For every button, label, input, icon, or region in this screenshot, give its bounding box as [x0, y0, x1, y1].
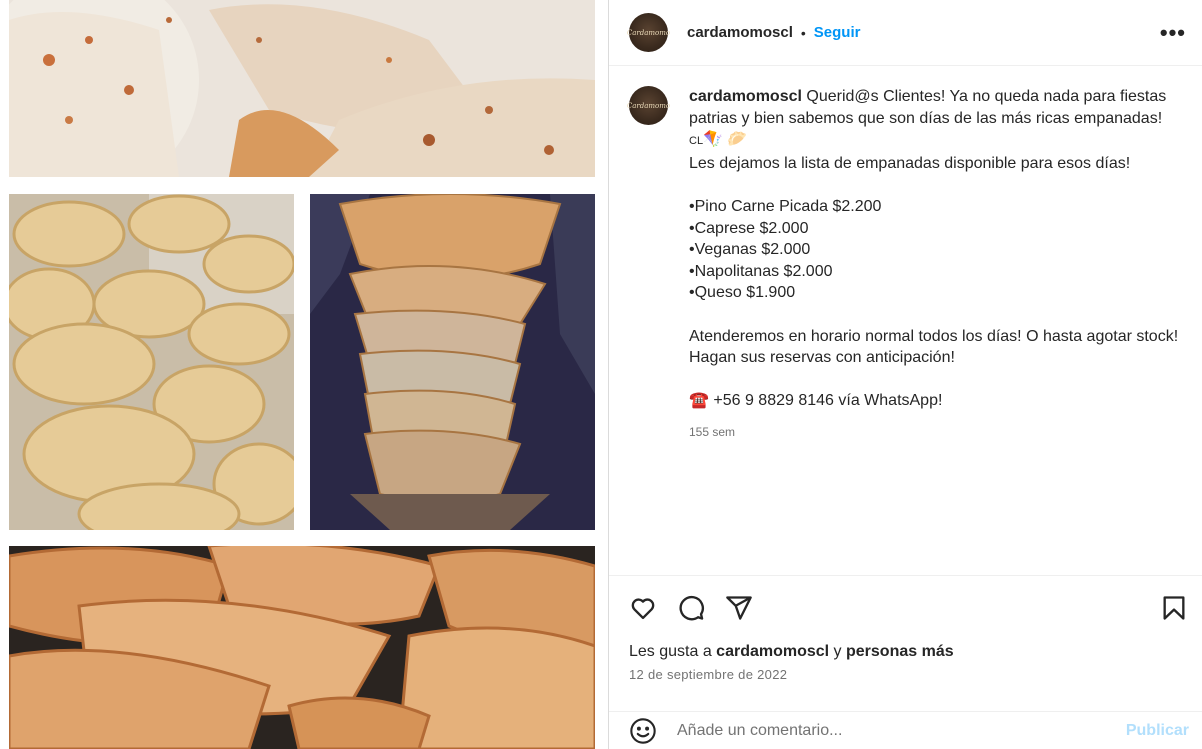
- empanadas-photo-baked: [9, 546, 595, 749]
- likes-connector: y: [829, 643, 846, 660]
- bookmark-icon[interactable]: [1160, 594, 1188, 622]
- kite-empanada-emojis: 🪁 🥟: [703, 131, 748, 149]
- post-date[interactable]: 12 de septiembre de 2022: [629, 667, 787, 682]
- publish-button[interactable]: Publicar: [1126, 722, 1189, 740]
- caption-username[interactable]: cardamomoscl: [689, 88, 802, 105]
- caption-list-intro: Les dejamos la lista de empanadas dispon…: [689, 154, 1131, 172]
- post-header: Cardamomo cardamomoscl • Seguir •••: [609, 0, 1202, 66]
- caption-reservations: Hagan sus reservas con anticipación!: [689, 349, 955, 367]
- post-detail-panel: Cardamomo cardamomoscl • Seguir ••• Card…: [608, 0, 1202, 749]
- caption-hours: Atenderemos en horario normal todos los …: [689, 327, 1179, 345]
- comment-input[interactable]: [677, 721, 1126, 740]
- caption-timestamp[interactable]: 155 sem: [689, 422, 1192, 444]
- caption-emoji-line: CL🪁 🥟: [689, 129, 1192, 153]
- smiley-icon[interactable]: [629, 717, 657, 745]
- caption-avatar[interactable]: Cardamomo: [626, 86, 671, 125]
- avatar-logo-text: Cardamomo: [626, 28, 671, 37]
- empanadas-photo-top: [9, 0, 595, 177]
- separator-dot: •: [800, 24, 806, 41]
- more-dots-icon[interactable]: •••: [1160, 20, 1186, 46]
- menu-item: •Napolitanas $2.000: [689, 262, 833, 280]
- comment-bar: Publicar: [609, 711, 1202, 749]
- comment-bubble-icon[interactable]: [677, 594, 705, 622]
- menu-item: •Queso $1.900: [689, 284, 796, 302]
- likes-prefix: Les gusta a: [629, 643, 717, 660]
- avatar-logo-text: Cardamomo: [626, 101, 671, 110]
- post-media[interactable]: [0, 0, 608, 749]
- telephone-icon: ☎️: [689, 392, 709, 410]
- post-actions: Les gusta a cardamomoscl y personas más …: [609, 575, 1202, 682]
- heart-icon[interactable]: [629, 594, 657, 622]
- menu-item: •Caprese $2.000: [689, 219, 809, 237]
- likes-summary: Les gusta a cardamomoscl y personas más: [629, 643, 954, 661]
- action-icons: [609, 576, 1202, 622]
- likes-others-link[interactable]: personas más: [846, 643, 954, 660]
- header-username[interactable]: cardamomoscl: [687, 24, 793, 41]
- phone-text: +56 9 8829 8146 vía WhatsApp!: [708, 392, 943, 410]
- empanadas-photo-stack: [310, 194, 595, 530]
- likes-username[interactable]: cardamomoscl: [716, 643, 829, 660]
- chile-flag-icon: CL: [689, 135, 704, 148]
- empanadas-photo-tray: [9, 194, 294, 530]
- caption-paragraph-1: cardamomoscl Querid@s Clientes! Ya no qu…: [689, 86, 1192, 129]
- menu-item: •Pino Carne Picada $2.200: [689, 197, 882, 215]
- caption-phone: ☎️ +56 9 8829 8146 vía WhatsApp!: [689, 390, 1192, 412]
- post-caption: Cardamomo cardamomoscl Querid@s Clientes…: [626, 86, 1192, 444]
- follow-button[interactable]: Seguir: [814, 24, 861, 41]
- avatar[interactable]: Cardamomo: [626, 13, 671, 52]
- caption-body: cardamomoscl Querid@s Clientes! Ya no qu…: [689, 86, 1192, 444]
- menu-item: •Veganas $2.000: [689, 241, 811, 259]
- paper-plane-icon[interactable]: [725, 594, 753, 622]
